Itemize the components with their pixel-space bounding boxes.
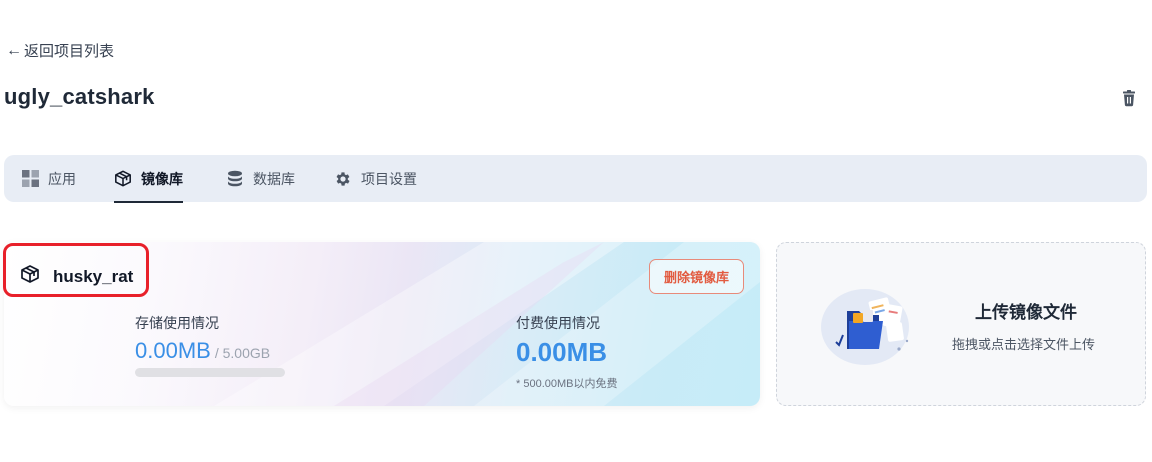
tab-apps[interactable]: 应用 bbox=[21, 155, 76, 202]
paid-usage-value: 0.00MB bbox=[516, 337, 608, 367]
arrow-left-icon: ← bbox=[6, 41, 22, 59]
repository-name: husky_rat bbox=[53, 266, 134, 286]
tab-project-settings[interactable]: 项目设置 bbox=[334, 155, 417, 202]
storage-total: / 5.00GB bbox=[214, 345, 271, 361]
paid-usage-label: 付费使用情况 bbox=[516, 315, 600, 331]
folder-upload-illustration bbox=[815, 283, 927, 367]
tab-project-settings-label: 项目设置 bbox=[361, 170, 417, 187]
tab-bar: 应用 镜像库 数据库 项目设置 bbox=[4, 155, 1147, 203]
tab-image-registry[interactable]: 镜像库 bbox=[114, 155, 183, 203]
delete-repository-button[interactable]: 删除镜像库 bbox=[649, 259, 744, 294]
tab-apps-label: 应用 bbox=[48, 170, 76, 187]
upload-subtitle: 拖拽或点击选择文件上传 bbox=[952, 337, 1096, 352]
storage-usage-label: 存储使用情况 bbox=[135, 315, 219, 331]
database-icon bbox=[226, 170, 244, 188]
tab-database-label: 数据库 bbox=[253, 170, 295, 187]
back-to-projects-link[interactable]: ← 返回项目列表 bbox=[6, 40, 114, 61]
tab-image-registry-label: 镜像库 bbox=[141, 170, 183, 187]
cube-icon bbox=[114, 170, 132, 188]
page-title: ugly_catshark bbox=[4, 84, 155, 109]
upload-title: 上传镜像文件 bbox=[975, 303, 1077, 322]
storage-usage-value: 0.00MB / 5.00GB bbox=[135, 338, 270, 364]
back-link-label: 返回项目列表 bbox=[24, 43, 115, 60]
cube-icon bbox=[20, 264, 40, 289]
tab-database[interactable]: 数据库 bbox=[226, 155, 295, 202]
trash-icon[interactable] bbox=[1119, 88, 1139, 108]
storage-usage-bar bbox=[135, 368, 285, 377]
gear-icon bbox=[334, 170, 352, 188]
grid-icon bbox=[21, 170, 39, 188]
free-quota-note: * 500.00MB以内免费 bbox=[516, 378, 618, 390]
storage-used: 0.00MB bbox=[135, 338, 211, 363]
repository-title: husky_rat bbox=[20, 264, 133, 289]
